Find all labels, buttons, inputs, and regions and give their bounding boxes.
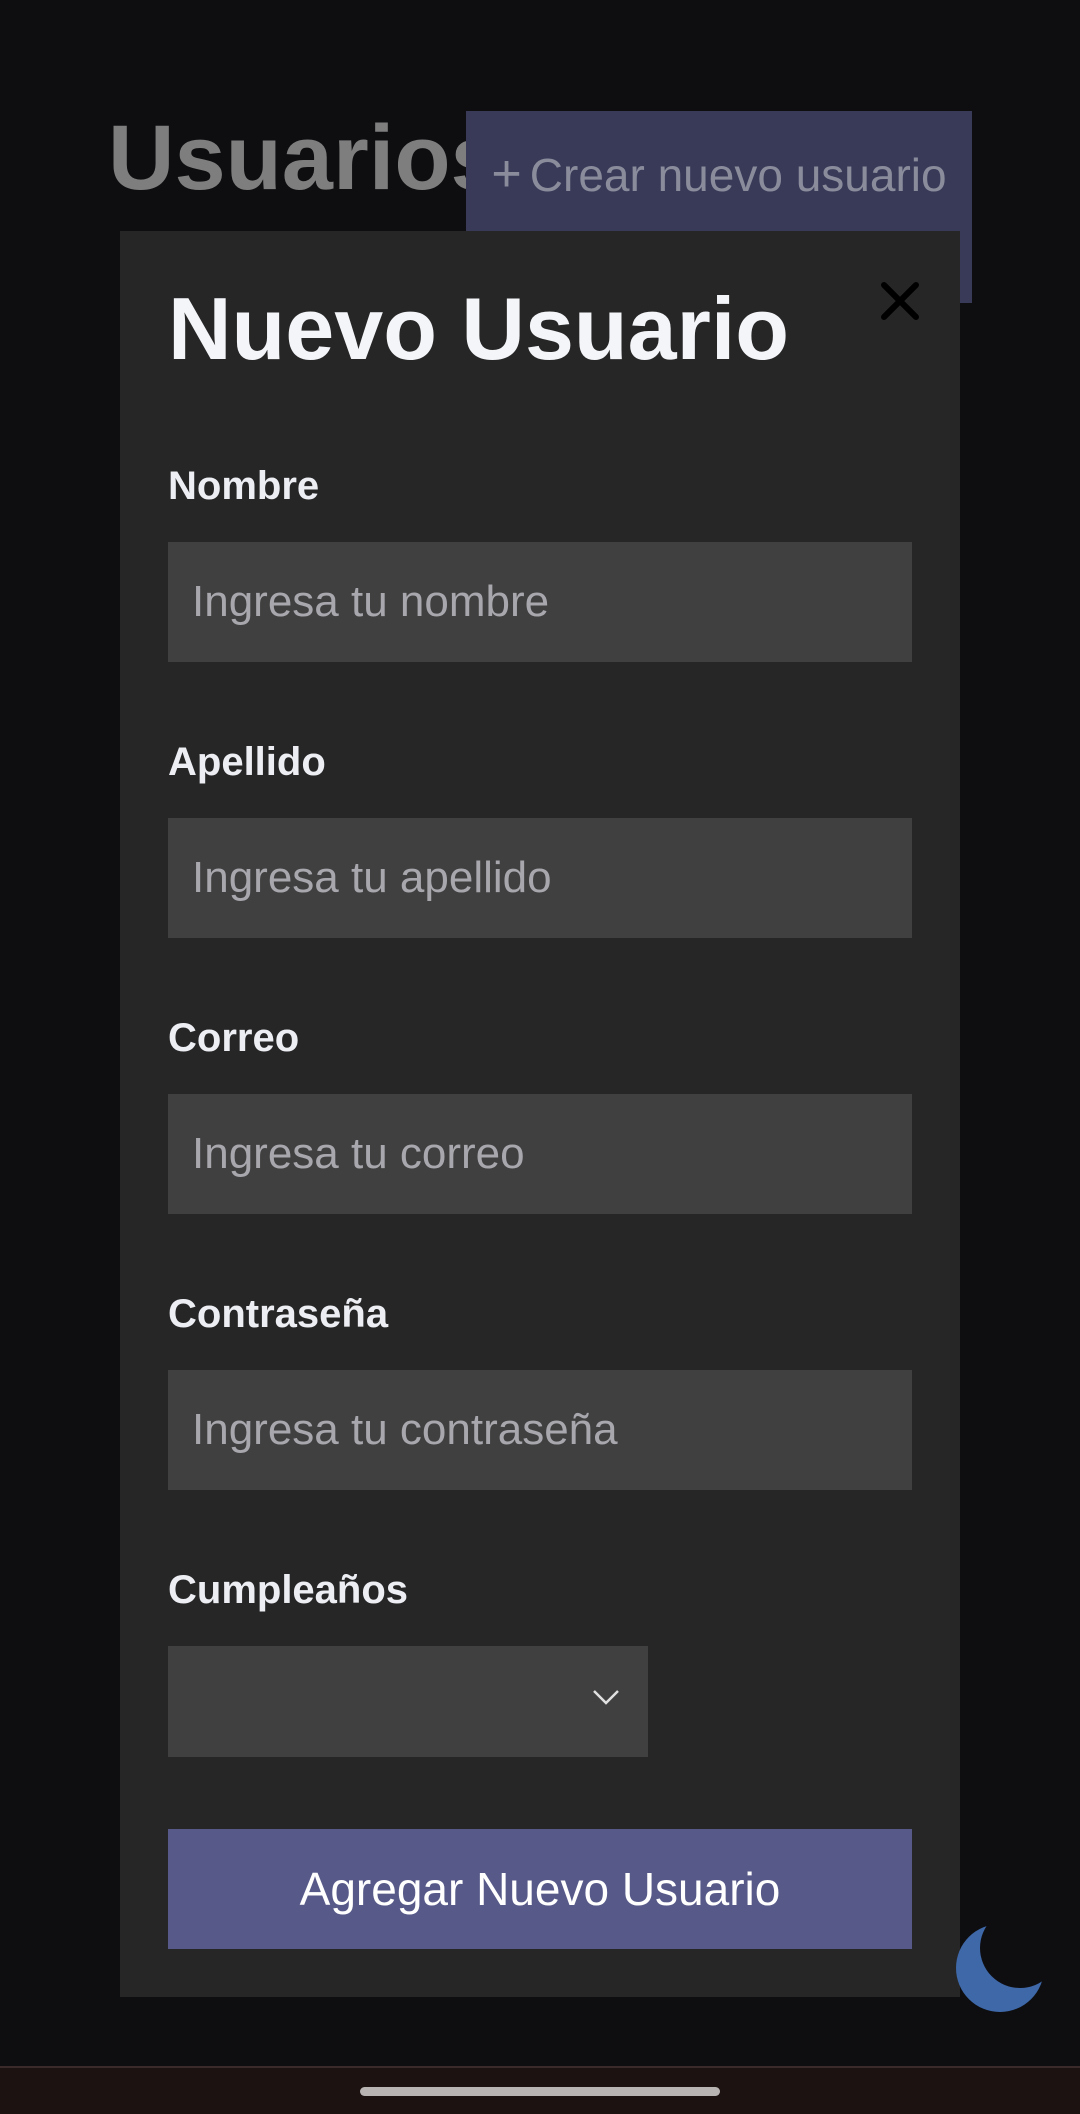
email-label: Correo	[168, 1016, 300, 1060]
modal-title: Nuevo Usuario	[168, 279, 790, 378]
first-name-input[interactable]	[168, 542, 912, 662]
birthday-label: Cumpleaños	[168, 1568, 409, 1612]
chevron-down-icon	[593, 1690, 619, 1705]
close-icon	[881, 282, 919, 320]
last-name-input[interactable]	[168, 818, 912, 938]
add-user-button[interactable]: Agregar Nuevo Usuario	[168, 1829, 912, 1949]
theme-toggle-button[interactable]	[950, 1918, 1050, 2018]
moon-icon	[956, 1924, 1044, 2012]
password-label: Contraseña	[168, 1292, 389, 1336]
first-name-label: Nombre	[168, 464, 320, 508]
plus-icon: +	[491, 145, 522, 203]
email-input[interactable]	[168, 1094, 912, 1214]
birthday-select[interactable]	[168, 1646, 648, 1757]
close-button[interactable]	[872, 273, 928, 329]
system-navigation-bar	[0, 2066, 1080, 2114]
create-user-label: Crear nuevo usuario	[529, 149, 947, 201]
password-input[interactable]	[168, 1370, 912, 1490]
home-indicator[interactable]	[360, 2087, 720, 2096]
page-title: Usuarios	[108, 107, 502, 209]
new-user-modal: Nuevo Usuario Nombre Apellido Correo Con…	[120, 231, 960, 1997]
last-name-label: Apellido	[168, 740, 326, 784]
